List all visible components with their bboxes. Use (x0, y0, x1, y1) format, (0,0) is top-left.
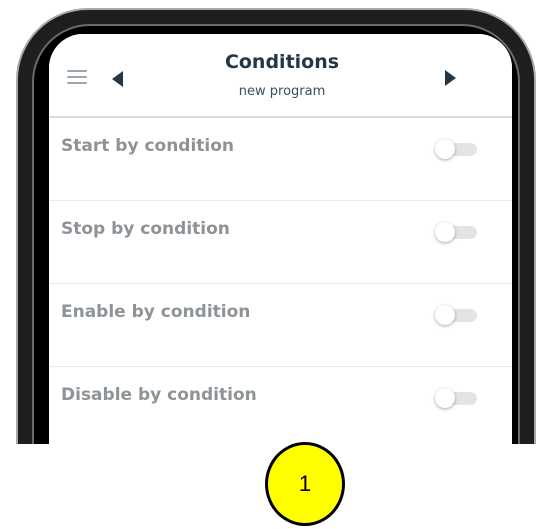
step-number-badge: 1 (265, 442, 345, 526)
disable-by-condition-toggle[interactable] (435, 388, 479, 408)
page-subtitle: new program (238, 84, 326, 99)
stop-by-condition-toggle[interactable] (435, 222, 479, 242)
app-screen: Conditions new program Start by conditio… (49, 34, 512, 444)
app-header: Conditions new program (49, 34, 512, 118)
condition-row-start: Start by condition (49, 118, 512, 201)
condition-label: Enable by condition (61, 302, 251, 322)
previous-arrow-icon[interactable] (112, 71, 123, 87)
phone-frame: Conditions new program Start by conditio… (0, 0, 537, 444)
condition-label: Disable by condition (61, 385, 257, 405)
toggle-knob (435, 305, 455, 325)
toggle-knob (435, 388, 455, 408)
condition-row-enable: Enable by condition (49, 284, 512, 367)
start-by-condition-toggle[interactable] (435, 139, 479, 159)
condition-label: Stop by condition (61, 219, 230, 239)
hamburger-menu-icon[interactable] (67, 69, 87, 85)
toggle-knob (435, 139, 455, 159)
page-title: Conditions (224, 51, 340, 73)
toggle-knob (435, 222, 455, 242)
condition-row-disable: Disable by condition (49, 367, 512, 444)
condition-row-stop: Stop by condition (49, 201, 512, 284)
condition-label: Start by condition (61, 136, 235, 156)
next-arrow-icon[interactable] (445, 70, 456, 86)
enable-by-condition-toggle[interactable] (435, 305, 479, 325)
